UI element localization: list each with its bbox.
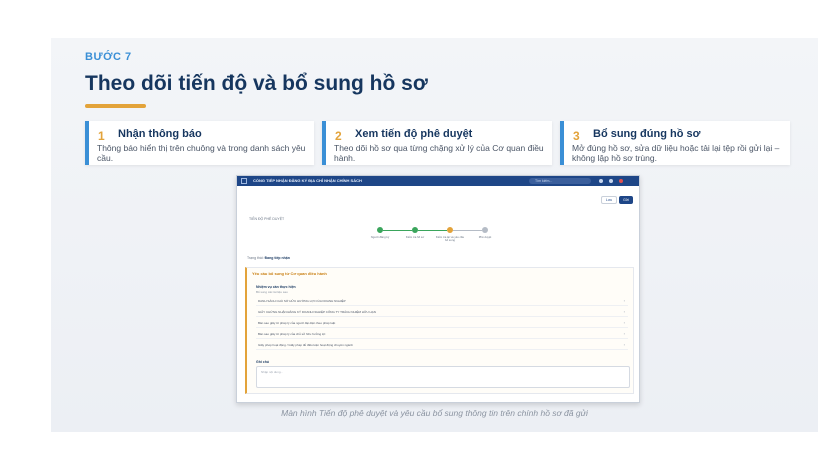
chevron-right-icon: › [623, 320, 625, 325]
card-step-1: 1 Nhận thông báo Thông báo hiển thị trên… [85, 121, 314, 165]
phone-icon[interactable] [599, 179, 603, 183]
status-prefix: Trạng thái: [247, 256, 264, 260]
search-placeholder: Tìm kiếm... [535, 179, 553, 183]
document-row[interactable]: GIẤY CHỨNG NHẬN ĐĂNG KÝ DOANH NGHIỆP CÔN… [256, 307, 628, 317]
status-row: Trạng thái: Đang tiếp nhận [247, 256, 290, 260]
save-draft-button[interactable]: Lưu [601, 196, 617, 204]
panel-heading: Yêu cầu bổ sung từ Cơ quan điều hành [252, 271, 327, 276]
chevron-right-icon: › [623, 342, 625, 347]
app-header: CỔNG TIẾP NHẬN ĐĂNG KÝ ĐỊA CHỈ NHẬN CHÍN… [237, 176, 639, 186]
search-input[interactable]: Tìm kiếm... [529, 178, 591, 184]
document-name: Giấy phép hoạt động / Giấy phép đủ điều … [258, 343, 353, 347]
card-title: Nhận thông báo [118, 128, 202, 140]
card-title: Xem tiến độ phê duyệt [355, 128, 473, 140]
chevron-right-icon: › [623, 331, 625, 336]
document-row[interactable]: Bản sao giấy tờ pháp lý của người đại di… [256, 318, 628, 328]
step-label: Phê duyệt [478, 235, 492, 239]
step-label: BƯỚC 7 [85, 51, 132, 63]
step-done-icon [412, 227, 418, 233]
page-title: Theo dõi tiến độ và bổ sung hồ sơ [85, 72, 428, 95]
figure-caption: Màn hình Tiến độ phê duyệt và yêu cầu bổ… [281, 408, 588, 418]
note-textarea[interactable]: Nhập nội dung... [256, 366, 630, 388]
step-pending-icon [482, 227, 488, 233]
chevron-right-icon: › [623, 298, 625, 303]
title-underline [85, 104, 146, 108]
document-name: DANH SÁCH CHỦ SỞ HỮU HƯỞNG LỢI CỦA DOANH… [258, 299, 346, 303]
supplement-request-panel: Yêu cầu bổ sung từ Cơ quan điều hành Nhi… [245, 267, 634, 394]
card-number: 3 [573, 129, 580, 143]
note-label: Ghi chú [256, 360, 270, 364]
note-placeholder: Nhập nội dung... [261, 370, 284, 374]
logo-icon [241, 178, 247, 184]
approval-stepper: Người đăng ký Kiểm tra hồ sơ Kiểm tra lạ… [371, 227, 497, 245]
card-number: 1 [98, 129, 105, 143]
document-name: Bản sao giấy tờ pháp lý của người đại di… [258, 321, 336, 325]
step-current-icon [447, 227, 453, 233]
card-step-3: 3 Bổ sung đúng hồ sơ Mở đúng hồ sơ, sửa … [560, 121, 790, 165]
card-number: 2 [335, 129, 342, 143]
stepper-bar [383, 229, 412, 231]
stepper-bar [453, 229, 482, 231]
submit-button[interactable]: Gửi [619, 196, 633, 204]
card-title: Bổ sung đúng hồ sơ [593, 128, 701, 140]
document-row[interactable]: DANH SÁCH CHỦ SỞ HỮU HƯỞNG LỢI CỦA DOANH… [256, 296, 628, 306]
card-description: Mở đúng hồ sơ, sửa dữ liệu hoặc tải lại … [572, 143, 780, 163]
document-row[interactable]: Bản sao giấy tờ pháp lý của chủ sở hữu h… [256, 329, 628, 339]
step-done-icon [377, 227, 383, 233]
stepper-bar [418, 229, 447, 231]
status-value: Đang tiếp nhận [264, 256, 290, 260]
app-title: CỔNG TIẾP NHẬN ĐĂNG KÝ ĐỊA CHỈ NHẬN CHÍN… [253, 178, 362, 183]
slide: BƯỚC 7 Theo dõi tiến độ và bổ sung hồ sơ… [51, 38, 818, 432]
request-subtitle: Bổ sung các tài liệu sau [256, 290, 288, 294]
card-step-2: 2 Xem tiến độ phê duyệt Theo dõi hồ sơ q… [322, 121, 552, 165]
card-description: Thông báo hiển thị trên chuông và trong … [97, 143, 306, 163]
section-label: TIẾN ĐỘ PHÊ DUYỆT [249, 217, 285, 221]
step-label: Người đăng ký [370, 235, 390, 239]
document-row[interactable]: Giấy phép hoạt động / Giấy phép đủ điều … [256, 340, 628, 350]
step-label: Kiểm tra lại và yêu cầu bổ sung [435, 235, 465, 243]
bell-icon[interactable] [609, 179, 613, 183]
document-name: Bản sao giấy tờ pháp lý của chủ sở hữu h… [258, 332, 326, 336]
document-name: GIẤY CHỨNG NHẬN ĐĂNG KÝ DOANH NGHIỆP CÔN… [258, 310, 376, 314]
chevron-right-icon: › [623, 309, 625, 314]
app-screenshot: CỔNG TIẾP NHẬN ĐĂNG KÝ ĐỊA CHỈ NHẬN CHÍN… [236, 175, 640, 403]
request-title: Nhiệm vụ cần thực hiện [256, 285, 296, 289]
avatar[interactable] [619, 179, 623, 183]
card-description: Theo dõi hồ sơ qua từng chặng xử lý của … [334, 143, 544, 163]
step-label: Kiểm tra hồ sơ [405, 235, 425, 239]
